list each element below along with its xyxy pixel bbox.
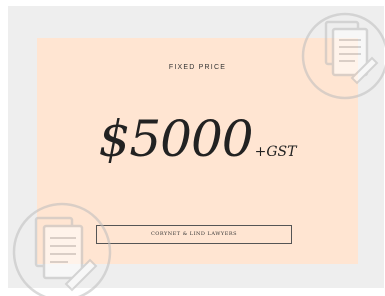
price-row: $5000 +GST [37,110,358,168]
price-amount: $5000 [98,110,254,168]
firm-name-box: CORYNET & LIND LAWYERS [96,225,292,244]
price-suffix: +GST [254,144,297,160]
price-graphic: FIXED PRICE $5000 +GST CORYNET & LIND LAW… [0,0,385,296]
document-contract-icon [301,12,385,100]
document-contract-icon [12,202,112,296]
